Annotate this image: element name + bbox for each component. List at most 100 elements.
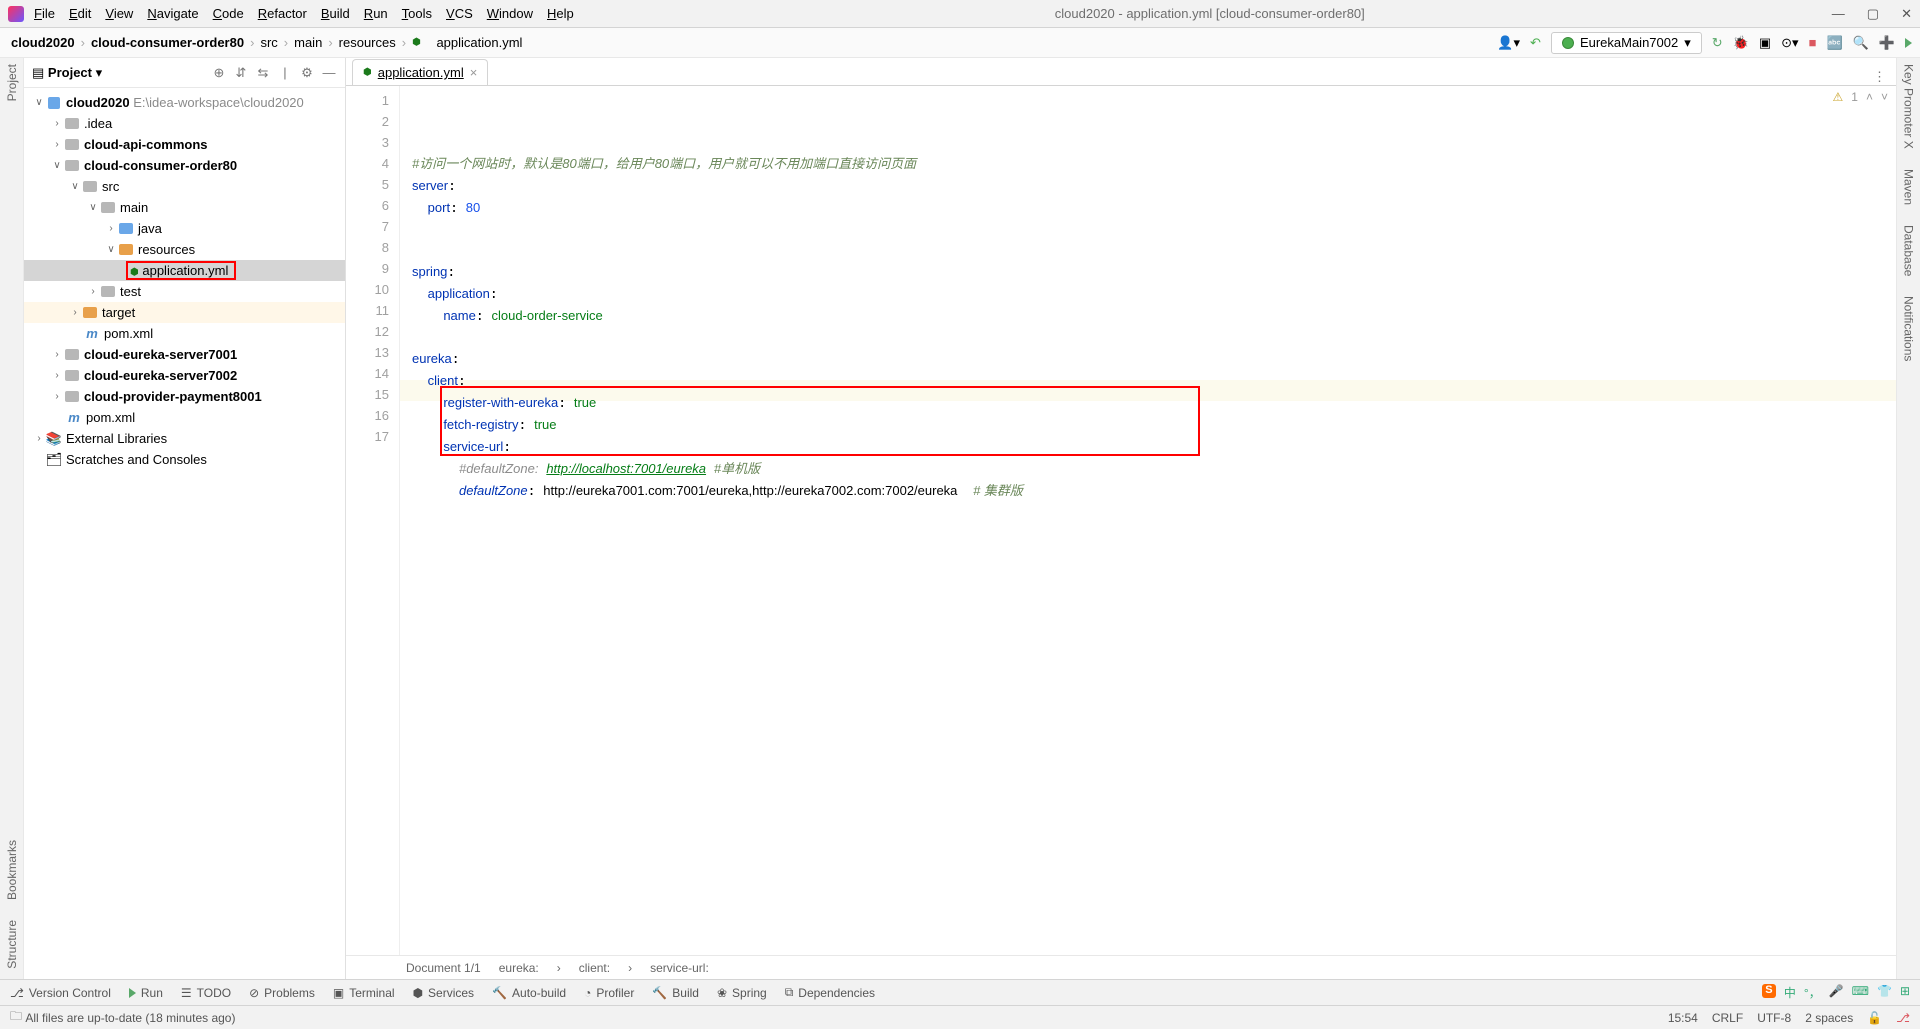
structure-tool-tab[interactable]: Structure bbox=[5, 920, 19, 969]
menu-code[interactable]: Code bbox=[213, 6, 244, 21]
coverage-button[interactable]: ▣ bbox=[1759, 35, 1771, 51]
hide-icon[interactable]: — bbox=[321, 65, 337, 81]
gutter[interactable]: 1234 5678 9101112 13141516 17 bbox=[346, 86, 400, 955]
vcs-status-icon[interactable]: 🗀 bbox=[10, 1007, 22, 1028]
next-highlight-icon[interactable]: ˅ bbox=[1881, 90, 1888, 104]
tab-close-icon[interactable]: × bbox=[470, 65, 478, 80]
run-anything-icon[interactable] bbox=[1905, 38, 1912, 48]
crumb-client[interactable]: client: bbox=[579, 961, 610, 975]
menu-vcs[interactable]: VCS bbox=[446, 6, 473, 21]
profile-button[interactable]: ⊙▾ bbox=[1781, 35, 1798, 51]
stop-button[interactable]: ■ bbox=[1809, 35, 1817, 50]
bookmarks-tool-tab[interactable]: Bookmarks bbox=[5, 840, 19, 900]
menu-view[interactable]: View bbox=[105, 6, 133, 21]
tree-idea[interactable]: ›.idea bbox=[24, 113, 345, 134]
tw-version-control[interactable]: ⎇ Version Control bbox=[10, 986, 111, 1000]
ime-punct-icon[interactable]: °， bbox=[1804, 984, 1821, 1001]
tree-java[interactable]: ›java bbox=[24, 218, 345, 239]
tree-ext-lib[interactable]: ›📚External Libraries bbox=[24, 428, 345, 449]
ime-more-icon[interactable]: ⊞ bbox=[1900, 984, 1910, 1001]
crumb-file[interactable]: ⬢ application.yml bbox=[409, 35, 525, 50]
search-icon[interactable]: 🔍 bbox=[1853, 35, 1869, 51]
tree-api-commons[interactable]: ›cloud-api-commons bbox=[24, 134, 345, 155]
tree-main[interactable]: ∨main bbox=[24, 197, 345, 218]
ime-skin-icon[interactable]: 👕 bbox=[1877, 984, 1892, 1001]
project-tree[interactable]: ∨cloud2020 E:\idea-workspace\cloud2020 ›… bbox=[24, 88, 345, 979]
status-lock-icon[interactable]: 🔓 bbox=[1867, 1011, 1882, 1025]
status-eol[interactable]: CRLF bbox=[1712, 1011, 1743, 1025]
tree-eureka2[interactable]: ›cloud-eureka-server7002 bbox=[24, 365, 345, 386]
tw-terminal[interactable]: ▣ Terminal bbox=[333, 986, 395, 1000]
menu-navigate[interactable]: Navigate bbox=[147, 6, 198, 21]
inspection-widget[interactable]: ⚠1 ˄ ˅ bbox=[1833, 90, 1888, 104]
prev-highlight-icon[interactable]: ˄ bbox=[1866, 90, 1873, 104]
maven-tab[interactable]: Maven bbox=[1902, 169, 1916, 205]
crumb-resources[interactable]: resources› bbox=[336, 35, 409, 50]
tree-pom-root[interactable]: mpom.xml bbox=[24, 407, 345, 428]
tw-autobuild[interactable]: 🔨 Auto-build bbox=[492, 986, 566, 1000]
back-arrow-icon[interactable]: ↶ bbox=[1530, 35, 1541, 51]
tab-application-yml[interactable]: ⬢ application.yml × bbox=[352, 59, 488, 85]
tree-src[interactable]: ∨src bbox=[24, 176, 345, 197]
ime-zh-icon[interactable]: 中 bbox=[1784, 984, 1796, 1001]
tw-todo[interactable]: ☰ TODO bbox=[181, 986, 231, 1000]
menu-help[interactable]: Help bbox=[547, 6, 574, 21]
crumb-consumer[interactable]: cloud-consumer-order80› bbox=[88, 35, 258, 50]
run-button[interactable]: ↻ bbox=[1712, 35, 1723, 51]
menu-run[interactable]: Run bbox=[364, 6, 388, 21]
tw-run[interactable]: Run bbox=[129, 986, 163, 1000]
status-branch-icon[interactable]: ⎇ bbox=[1896, 1011, 1910, 1025]
status-encoding[interactable]: UTF-8 bbox=[1757, 1011, 1791, 1025]
tree-eureka1[interactable]: ›cloud-eureka-server7001 bbox=[24, 344, 345, 365]
tw-profiler[interactable]: ◔ Profiler bbox=[584, 986, 634, 1000]
translate-icon[interactable]: 🔤 bbox=[1826, 35, 1842, 51]
settings-icon[interactable]: ➕ bbox=[1879, 35, 1895, 51]
crumb-serviceurl[interactable]: service-url: bbox=[650, 961, 709, 975]
status-indent[interactable]: 2 spaces bbox=[1805, 1011, 1853, 1025]
maximize-icon[interactable]: ▢ bbox=[1867, 6, 1879, 22]
crumb-eureka[interactable]: eureka: bbox=[499, 961, 539, 975]
tree-app-yml[interactable]: ⬢ application.yml bbox=[24, 260, 345, 281]
tree-pom-consumer[interactable]: mpom.xml bbox=[24, 323, 345, 344]
code-editor[interactable]: #访问一个网站时，默认是80端口，给用户80端口，用户就可以不用加端口直接访问页… bbox=[400, 86, 1896, 955]
project-view-select[interactable]: ▤ Project ▾ bbox=[32, 65, 102, 81]
tree-target[interactable]: ›target bbox=[24, 302, 345, 323]
keypromoter-tab[interactable]: Key Promoter X bbox=[1902, 64, 1916, 149]
notifications-tab[interactable]: Notifications bbox=[1902, 296, 1916, 361]
minimize-icon[interactable]: — bbox=[1832, 6, 1845, 22]
ime-mic-icon[interactable]: 🎤 bbox=[1829, 984, 1844, 1001]
crumb-main[interactable]: main› bbox=[291, 35, 336, 50]
close-icon[interactable]: ✕ bbox=[1901, 6, 1912, 22]
crumb-src[interactable]: src› bbox=[257, 35, 291, 50]
tw-services[interactable]: ⬢ Services bbox=[413, 986, 475, 1000]
run-config-select[interactable]: EurekaMain7002 ▾ bbox=[1551, 32, 1702, 54]
tree-test[interactable]: ›test bbox=[24, 281, 345, 302]
debug-button[interactable]: 🐞 bbox=[1733, 35, 1749, 51]
crumb-cloud2020[interactable]: cloud2020› bbox=[8, 35, 88, 50]
collapse-icon[interactable]: ⇆ bbox=[255, 65, 271, 81]
menu-edit[interactable]: Edit bbox=[69, 6, 91, 21]
tw-problems[interactable]: ⊘ Problems bbox=[249, 986, 315, 1000]
tree-consumer[interactable]: ∨cloud-consumer-order80 bbox=[24, 155, 345, 176]
expand-icon[interactable]: ⇵ bbox=[233, 65, 249, 81]
locate-icon[interactable]: ⊕ bbox=[211, 65, 227, 81]
menu-tools[interactable]: Tools bbox=[402, 6, 432, 21]
menu-refactor[interactable]: Refactor bbox=[258, 6, 307, 21]
tree-scratches[interactable]: 🗂Scratches and Consoles bbox=[24, 449, 345, 470]
tw-deps[interactable]: ⧉ Dependencies bbox=[785, 985, 875, 1000]
tw-spring[interactable]: ❀ Spring bbox=[717, 986, 767, 1000]
tree-provider[interactable]: ›cloud-provider-payment8001 bbox=[24, 386, 345, 407]
user-icon[interactable]: 👤▾ bbox=[1497, 35, 1520, 51]
sogou-icon[interactable]: S bbox=[1762, 984, 1776, 998]
tree-resources[interactable]: ∨resources bbox=[24, 239, 345, 260]
project-tool-tab[interactable]: Project bbox=[5, 64, 19, 101]
menu-build[interactable]: Build bbox=[321, 6, 350, 21]
ime-kb-icon[interactable]: ⌨ bbox=[1852, 984, 1869, 1001]
menu-window[interactable]: Window bbox=[487, 6, 533, 21]
tw-build[interactable]: 🔨 Build bbox=[652, 986, 699, 1000]
gear-icon[interactable]: ⚙ bbox=[299, 65, 315, 81]
menu-file[interactable]: File bbox=[34, 6, 55, 21]
database-tab[interactable]: Database bbox=[1902, 225, 1916, 276]
tabs-more-icon[interactable]: ⋮ bbox=[1873, 69, 1886, 85]
tree-root[interactable]: ∨cloud2020 E:\idea-workspace\cloud2020 bbox=[24, 92, 345, 113]
